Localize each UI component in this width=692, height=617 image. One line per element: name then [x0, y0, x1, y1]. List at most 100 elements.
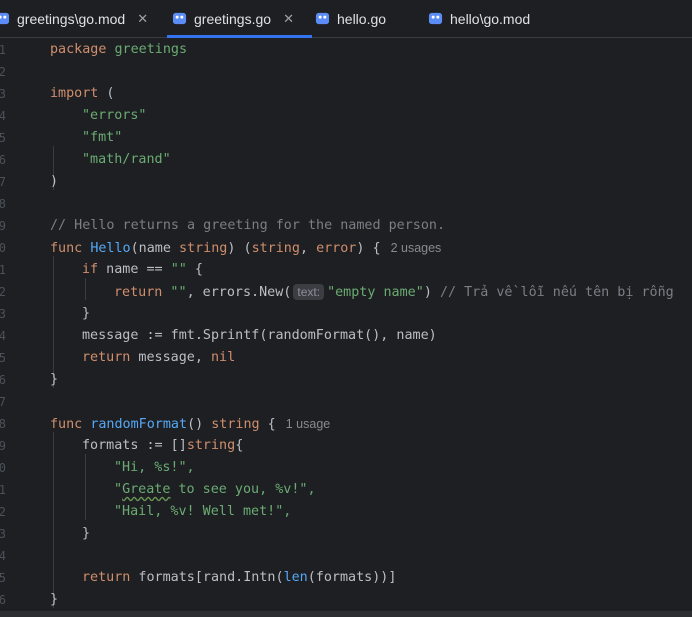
code-token: return	[114, 285, 163, 300]
code-token: import	[50, 86, 99, 101]
usages-hint[interactable]: 2 usages	[391, 241, 442, 255]
code-line[interactable]: 18 func randomFormat() string {1 usage	[0, 413, 692, 435]
usages-hint[interactable]: 1 usage	[286, 417, 330, 431]
code-line[interactable]: 22 "Hail, %v! Well met!",	[0, 501, 692, 523]
go-mod-icon	[0, 12, 10, 25]
code-comment: // Hello returns a greeting for the name…	[50, 218, 446, 233]
line-number: 26	[0, 593, 6, 607]
code-line[interactable]: 7)	[0, 171, 692, 193]
editor-tab-bar: greetings\go.mod ✕ greetings.go ✕ hello.…	[0, 0, 692, 38]
code-token: }	[50, 372, 59, 387]
line-number: 13	[0, 307, 6, 321]
code-token: ,	[299, 241, 317, 256]
code-token: }	[50, 592, 59, 607]
code-token: "Hi, %s!",	[114, 460, 195, 475]
code-token: string	[251, 241, 300, 256]
code-token: greetings	[106, 42, 188, 57]
code-line[interactable]: 16}	[0, 369, 692, 391]
code-token: string	[186, 438, 236, 453]
code-line[interactable]: 23}	[0, 523, 692, 545]
line-number: 12	[0, 285, 6, 299]
code-line[interactable]: 26}	[0, 589, 692, 611]
line-number: 21	[0, 483, 6, 497]
typo-underline[interactable]: Greate	[122, 482, 170, 497]
line-number: 3	[0, 87, 6, 101]
code-line[interactable]: 3 import (	[0, 83, 692, 105]
code-token: "empty name"	[327, 285, 424, 300]
code-token: message := fmt.Sprintf(randomFormat(), n…	[82, 328, 437, 343]
line-number: 19	[0, 439, 6, 453]
code-line[interactable]: 13}	[0, 303, 692, 325]
tab-greetings-go[interactable]: greetings.go ✕	[167, 0, 312, 38]
code-token: func	[50, 241, 83, 256]
code-token: formats[rand.Intn(	[130, 570, 284, 585]
code-token: )	[50, 174, 59, 189]
code-token: {	[186, 262, 203, 277]
code-line[interactable]: 21 "Greate to see you, %v!",	[0, 479, 692, 501]
tab-hello-go[interactable]: hello.go	[315, 0, 386, 37]
code-line[interactable]: 25 return formats[rand.Intn(len(formats))…	[0, 567, 692, 589]
code-line[interactable]: 2	[0, 61, 692, 83]
line-number: 8	[0, 197, 6, 211]
close-icon[interactable]: ✕	[137, 11, 148, 27]
code-token: name ==	[98, 262, 171, 277]
line-number: 18	[0, 417, 6, 431]
code-token: ) {	[356, 241, 381, 256]
code-token: package	[50, 42, 107, 57]
code-token: return	[82, 570, 131, 585]
code-token: error	[316, 241, 357, 256]
line-number: 11	[0, 263, 6, 277]
tab-label: greetings\go.mod	[17, 10, 126, 27]
code-token: (	[98, 86, 115, 101]
code-line[interactable]: 24	[0, 545, 692, 567]
line-number: 7	[0, 175, 6, 189]
code-line[interactable]: 19 formats := []string{	[0, 435, 692, 457]
tab-label: hello\go.mod	[450, 10, 531, 27]
close-icon[interactable]: ✕	[283, 11, 294, 27]
code-line[interactable]: 9 // Hello returns a greeting for the nam…	[0, 215, 692, 237]
tab-greetings-go-mod[interactable]: greetings\go.mod ✕	[0, 0, 148, 37]
code-line[interactable]: 12 return "", errors.New(text:"empty name…	[0, 281, 692, 303]
code-token: "	[114, 482, 123, 497]
line-number: 20	[0, 461, 6, 475]
code-token: ()	[187, 417, 212, 432]
code-token: formats := []	[82, 438, 187, 453]
line-number: 1	[0, 43, 6, 57]
code-line[interactable]: 6 "math/rand"	[0, 149, 692, 171]
code-token: )	[423, 285, 440, 300]
code-token: ""	[162, 285, 187, 300]
line-number: 9	[0, 219, 6, 233]
line-number: 4	[0, 109, 6, 123]
code-token: Hello	[90, 241, 131, 256]
code-line[interactable]: 5 "fmt"	[0, 127, 692, 149]
code-token: string	[211, 417, 260, 432]
code-token: ) (	[227, 241, 252, 256]
code-line[interactable]: 4 "errors"	[0, 105, 692, 127]
code-token: {	[259, 417, 276, 432]
line-number: 22	[0, 505, 6, 519]
go-mod-icon	[428, 12, 443, 25]
tab-hello-go-mod[interactable]: hello\go.mod	[428, 0, 530, 37]
tab-label: hello.go	[337, 10, 387, 27]
tab-label: greetings.go	[194, 10, 272, 27]
code-token: randomFormat	[90, 417, 188, 432]
code-line[interactable]: 10 func Hello(name string) (string, error…	[0, 237, 692, 259]
code-comment: // Trả về lỗi nếu tên bị rỗng	[439, 285, 674, 300]
code-token: , errors.New(	[186, 285, 292, 300]
code-line[interactable]: 15 return message, nil	[0, 347, 692, 369]
code-editor[interactable]: 1 package greetings 2 3 import ( 4 "errors"…	[0, 38, 692, 617]
code-token: {	[235, 438, 244, 453]
horizontal-scrollbar[interactable]	[0, 611, 692, 617]
parameter-hint: text:	[293, 284, 325, 300]
code-line[interactable]: 11 if name == "" {	[0, 259, 692, 281]
code-line[interactable]: 8	[0, 193, 692, 215]
code-line[interactable]: 14 message := fmt.Sprintf(randomFormat(),…	[0, 325, 692, 347]
line-number: 15	[0, 351, 6, 365]
line-number: 24	[0, 549, 6, 563]
code-line[interactable]: 1 package greetings	[0, 39, 692, 61]
code-line[interactable]: 17	[0, 391, 692, 413]
line-number: 2	[0, 65, 6, 79]
code-line[interactable]: 20 "Hi, %s!",	[0, 457, 692, 479]
line-number: 16	[0, 373, 6, 387]
code-token: func	[50, 417, 83, 432]
